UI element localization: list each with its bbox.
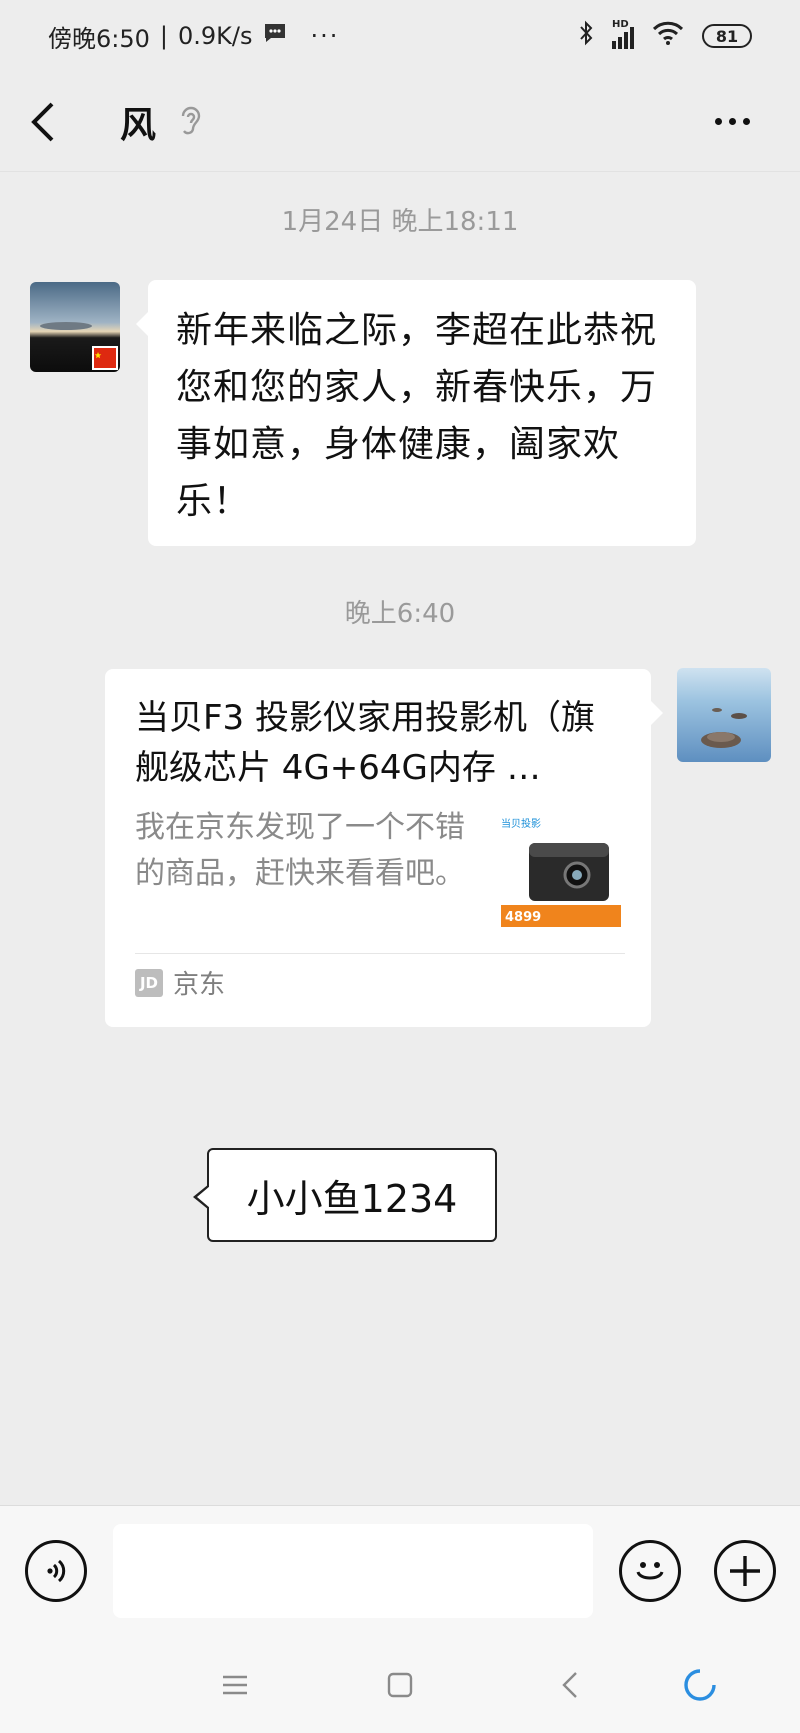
wifi-icon (652, 21, 684, 51)
status-time: 傍晚6:50 (48, 24, 150, 53)
battery-indicator: 81 (702, 24, 752, 48)
status-more-icon: ··· (310, 22, 340, 50)
message-timestamp: 晚上6:40 (344, 599, 456, 629)
ear-icon (178, 104, 204, 140)
product-thumbnail: 当贝投影 4899 (497, 813, 625, 931)
voice-icon (47, 1559, 66, 1583)
card-title: 当贝F3 投影仪家用投影机（旗舰级芯片 4G+64G内存 … (135, 698, 595, 788)
back-button[interactable] (30, 92, 70, 152)
network-type-label: HD (612, 19, 629, 30)
home-nav-button[interactable] (370, 1657, 430, 1713)
message-bubble-incoming[interactable]: 新年来临之际，李超在此恭祝您和您的家人，新春快乐，万事如意，身体健康，阖家欢乐！ (136, 280, 696, 546)
more-options-button[interactable] (715, 92, 770, 152)
dot-icon (729, 118, 736, 125)
status-right: HD 81 (578, 19, 752, 52)
status-left: 傍晚6:50 | 0.9K/s ··· (48, 19, 339, 54)
plus-icon (730, 1556, 760, 1586)
dot-icon (743, 118, 750, 125)
more-functions-button[interactable] (714, 1540, 776, 1602)
jd-logo-icon: JD (135, 968, 163, 997)
square-icon (387, 1672, 413, 1698)
back-nav-button[interactable] (540, 1657, 600, 1713)
message-text: 新年来临之际，李超在此恭祝您和您的家人，新春快乐，万事如意，身体健康，阖家欢乐！ (176, 310, 658, 522)
signal-icon: HD (612, 19, 634, 49)
chevron-left-icon (562, 1672, 577, 1698)
card-source: JD 京东 (105, 954, 651, 1011)
status-separator: | (159, 22, 168, 50)
message-timestamp: 1月24日 晚上18:11 (281, 207, 519, 237)
status-bar: 傍晚6:50 | 0.9K/s ··· HD 81 (0, 0, 800, 72)
dot-icon (715, 118, 722, 125)
chat-header: 风 (0, 72, 800, 172)
chat-title: 风 (120, 104, 157, 146)
contact-avatar[interactable] (30, 282, 120, 372)
bluetooth-icon (578, 20, 594, 52)
emoji-icon (636, 1562, 664, 1580)
message-input[interactable] (113, 1524, 593, 1618)
menu-nav-button[interactable] (205, 1657, 265, 1713)
thumb-brand-label: 当贝投影 (501, 817, 541, 830)
input-bar (0, 1505, 800, 1637)
emoji-button[interactable] (619, 1540, 681, 1602)
loading-icon (670, 1657, 730, 1713)
voice-input-button[interactable] (25, 1540, 87, 1602)
source-name: 京东 (173, 970, 226, 1000)
card-description: 我在京东发现了一个不错的商品，赶快来看看吧。 (135, 810, 465, 891)
status-net-speed: 0.9K/s (178, 22, 253, 50)
message-notification-icon (263, 22, 287, 50)
system-nav-bar (0, 1637, 800, 1733)
menu-icon (223, 1675, 247, 1695)
my-avatar[interactable] (677, 668, 771, 762)
nickname-tooltip: 小小鱼1234 (193, 1148, 497, 1242)
thumb-price-label: 4899 (505, 910, 541, 925)
card-body: 我在京东发现了一个不错的商品，赶快来看看吧。 当贝投影 4899 (105, 793, 651, 931)
shared-product-card[interactable]: 当贝F3 投影仪家用投影机（旗舰级芯片 4G+64G内存 … 我在京东发现了一个… (105, 669, 663, 1027)
chevron-left-icon (31, 102, 54, 141)
